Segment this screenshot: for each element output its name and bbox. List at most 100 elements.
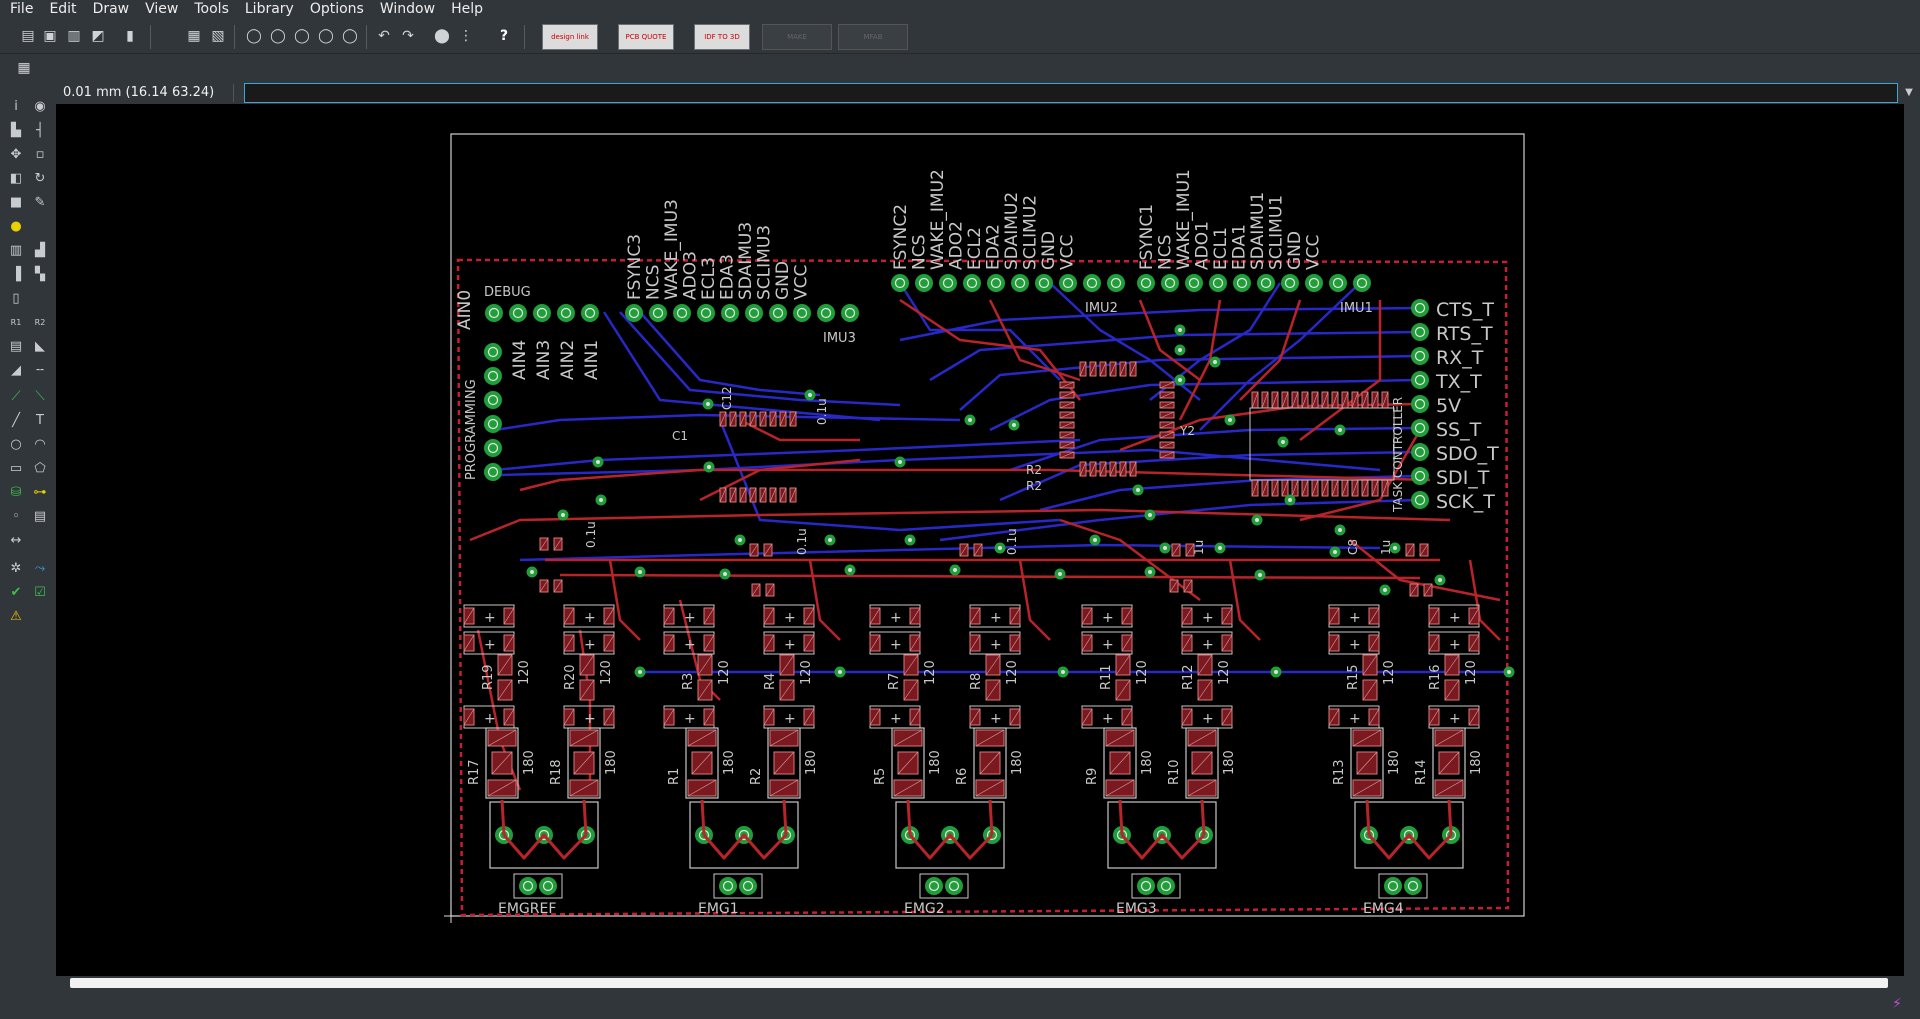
- command-history-dropdown-icon[interactable]: ▼: [1902, 83, 1916, 101]
- copy-icon[interactable]: ▫: [30, 144, 50, 164]
- paste-icon[interactable]: ●: [6, 216, 26, 236]
- drc-icon[interactable]: ✔: [6, 582, 26, 602]
- zoom-redraw-icon[interactable]: ◯: [316, 26, 336, 46]
- pcb-board-drawing[interactable]: DEBUG AIN0 AIN4 AIN3 AIN2 AIN1 PROGRAMMING FSYN…: [56, 104, 1904, 976]
- pinswap-icon[interactable]: ▐: [6, 264, 26, 284]
- horizontal-scroll-thumb[interactable]: [70, 978, 1888, 988]
- circle-icon[interactable]: ○: [6, 434, 26, 454]
- zoom-fit-icon[interactable]: ◯: [244, 26, 264, 46]
- menu-draw[interactable]: Draw: [83, 0, 136, 18]
- go-icon[interactable]: ⋮: [456, 26, 476, 46]
- hole-icon[interactable]: ◦: [6, 506, 26, 526]
- rect-icon[interactable]: ▭: [6, 458, 26, 478]
- mirror-icon[interactable]: ◧: [6, 168, 26, 188]
- emg-pad: [719, 877, 737, 895]
- mark-icon[interactable]: ┤: [30, 120, 50, 140]
- resistor-value: 120: [1217, 660, 1232, 685]
- pcb-quote-button[interactable]: PCB QUOTE: [618, 24, 674, 50]
- use-library-icon[interactable]: ▧: [208, 26, 228, 46]
- make-button[interactable]: MAKE: [762, 24, 832, 50]
- idf-to-3d-button[interactable]: IDF TO 3D: [694, 24, 750, 50]
- add-icon[interactable]: ▟: [30, 240, 50, 260]
- arc-icon[interactable]: ◠: [30, 434, 50, 454]
- menu-window[interactable]: Window: [370, 0, 441, 18]
- ripup-icon[interactable]: ⟍: [30, 386, 50, 406]
- task-pin-label: SDI_T: [1436, 467, 1490, 489]
- autorouter-icon[interactable]: ⤳: [30, 558, 50, 578]
- text-icon[interactable]: T: [30, 410, 50, 430]
- errors-icon[interactable]: ⚠: [6, 606, 26, 626]
- smash-icon[interactable]: ▤: [6, 336, 26, 356]
- emg-pad: [1384, 877, 1402, 895]
- grid-icon[interactable]: ▦: [14, 58, 34, 78]
- menu-file[interactable]: File: [0, 0, 39, 18]
- via-drill: [1228, 418, 1232, 422]
- menu-view[interactable]: View: [135, 0, 184, 18]
- ratsnest-icon[interactable]: ✲: [6, 558, 26, 578]
- wire-icon[interactable]: ╱: [6, 410, 26, 430]
- board-switch-icon[interactable]: ▮: [120, 26, 140, 46]
- design-link-button[interactable]: design link: [542, 24, 598, 50]
- cross-mark: +: [890, 711, 902, 727]
- pin-label: ADO2: [947, 221, 967, 270]
- change-icon[interactable]: ✎: [30, 192, 50, 212]
- mfab-button[interactable]: MFAB: [838, 24, 908, 50]
- dimension-icon[interactable]: ↔: [6, 530, 26, 550]
- optimize-icon[interactable]: ╌: [30, 360, 50, 380]
- polygon-icon[interactable]: ⬠: [30, 458, 50, 478]
- resistor-value: 120: [717, 660, 732, 685]
- resistor-label: R15: [1346, 664, 1361, 690]
- command-line-input[interactable]: [244, 83, 1898, 103]
- sheets-icon[interactable]: ▦: [184, 26, 204, 46]
- info-icon[interactable]: i: [6, 96, 26, 116]
- lock-icon[interactable]: ▯: [6, 288, 26, 308]
- signal-icon[interactable]: ⊶: [30, 482, 50, 502]
- display-icon[interactable]: ▙: [6, 120, 26, 140]
- split-icon[interactable]: ◢: [6, 360, 26, 380]
- cap-label: 0.1u: [584, 521, 598, 548]
- task-pin-label: CTS_T: [1436, 299, 1494, 321]
- attribute-icon[interactable]: ▤: [30, 506, 50, 526]
- help-icon[interactable]: ?: [494, 26, 514, 46]
- via-drill: [530, 570, 534, 574]
- vertical-scrollbar[interactable]: [1904, 104, 1920, 976]
- save-icon[interactable]: ▣: [40, 26, 60, 46]
- miter-icon[interactable]: ◣: [30, 336, 50, 356]
- menu-edit[interactable]: Edit: [39, 0, 82, 18]
- zoom-out-icon[interactable]: ◯: [292, 26, 312, 46]
- undo-icon[interactable]: ↶: [374, 26, 394, 46]
- menu-options[interactable]: Options: [300, 0, 370, 18]
- resistor-label: R19: [481, 664, 496, 690]
- rotate-icon[interactable]: ↻: [30, 168, 50, 188]
- print-icon[interactable]: ▥: [64, 26, 84, 46]
- route-icon[interactable]: ⟋: [6, 386, 26, 406]
- menu-library[interactable]: Library: [235, 0, 300, 18]
- zoom-in-icon[interactable]: ◯: [268, 26, 288, 46]
- stop-icon[interactable]: ⬤: [432, 26, 452, 46]
- top-trace: [700, 799, 706, 836]
- replace-icon[interactable]: ▚: [30, 264, 50, 284]
- pin-label: VCC: [792, 265, 812, 300]
- via-icon[interactable]: ⛁: [6, 482, 26, 502]
- menu-tools[interactable]: Tools: [184, 0, 235, 18]
- imu2-header-pad: [1059, 274, 1077, 292]
- group-icon[interactable]: ■: [6, 192, 26, 212]
- cross-mark: +: [1202, 711, 1214, 727]
- delete-icon[interactable]: ▥: [6, 240, 26, 260]
- open-icon[interactable]: ▤: [18, 26, 38, 46]
- horizontal-scrollbar[interactable]: [56, 976, 1904, 990]
- value-icon[interactable]: R2: [30, 312, 50, 332]
- cam-icon[interactable]: ◩: [88, 26, 108, 46]
- via-drill: [723, 572, 727, 576]
- move-icon[interactable]: ✥: [6, 144, 26, 164]
- erc-icon[interactable]: ☑: [30, 582, 50, 602]
- menu-help[interactable]: Help: [441, 0, 489, 18]
- name-icon[interactable]: R1: [6, 312, 26, 332]
- resistor-label: R3: [681, 673, 696, 690]
- cross-mark: +: [1449, 610, 1461, 626]
- show-icon[interactable]: ◉: [30, 96, 50, 116]
- zoom-select-icon[interactable]: ◯: [340, 26, 360, 46]
- via-drill: [1058, 572, 1062, 576]
- redo-icon[interactable]: ↷: [398, 26, 418, 46]
- board-canvas[interactable]: DEBUG AIN0 AIN4 AIN3 AIN2 AIN1 PROGRAMMING FSYN…: [56, 104, 1904, 976]
